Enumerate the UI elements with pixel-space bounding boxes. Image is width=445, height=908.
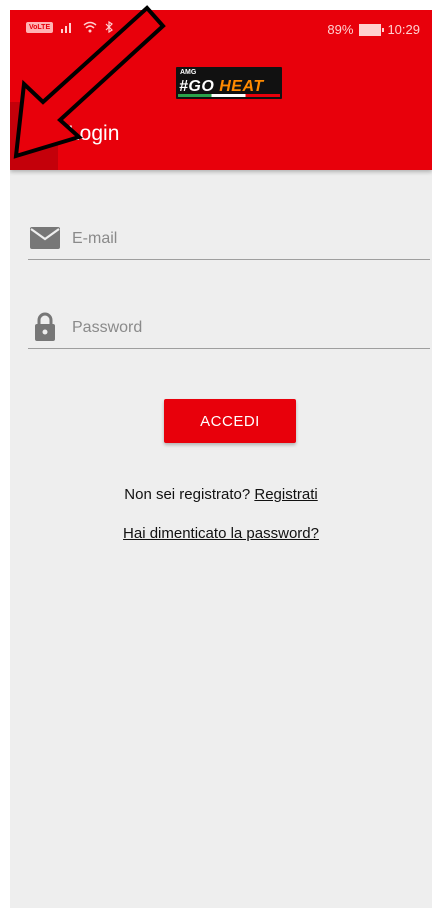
signal-icon [61, 23, 72, 33]
page-title: Login [68, 122, 120, 145]
logo-flag-stripe [178, 94, 280, 97]
email-input[interactable] [70, 225, 414, 253]
logo-hash-go: #GO [179, 78, 220, 95]
hamburger-menu-icon [24, 129, 44, 143]
login-button[interactable]: ACCEDI [164, 399, 296, 443]
logo-small-text: AMG [180, 69, 197, 76]
register-prompt: Non sei registrato? Registrati [10, 486, 432, 503]
register-link[interactable]: Registrati [254, 486, 317, 503]
email-field[interactable] [28, 215, 430, 260]
lock-icon [35, 312, 55, 341]
password-field[interactable] [28, 304, 430, 349]
battery-icon [359, 23, 385, 36]
volte-badge: VoLTE [26, 21, 54, 33]
status-bar: VoLTE 89% 10:29 [10, 10, 432, 52]
battery-percentage: 89% [327, 22, 354, 37]
logo-heat: HEAT [219, 78, 264, 95]
email-icon [30, 227, 60, 249]
wifi-icon [83, 21, 97, 33]
gohheat-logo: AMG #GO HEAT [176, 67, 282, 99]
clock: 10:29 [387, 22, 420, 37]
bluetooth-icon [105, 21, 114, 33]
status-left-icons: VoLTE [26, 21, 114, 33]
app-bar: VoLTE 89% 10:29 AMG #GO HEAT Login [10, 10, 432, 170]
status-right-icons: 89% 10:29 [327, 22, 420, 37]
not-registered-text: Non sei registrato? [124, 486, 251, 503]
password-input[interactable] [70, 314, 414, 342]
phone-screen: VoLTE 89% 10:29 AMG #GO HEAT Login E-mai… [10, 10, 432, 908]
forgot-password-row: Hai dimenticato la password? [10, 525, 432, 542]
hamburger-menu-button[interactable] [10, 102, 58, 170]
forgot-password-link[interactable]: Hai dimenticato la password? [123, 525, 319, 542]
